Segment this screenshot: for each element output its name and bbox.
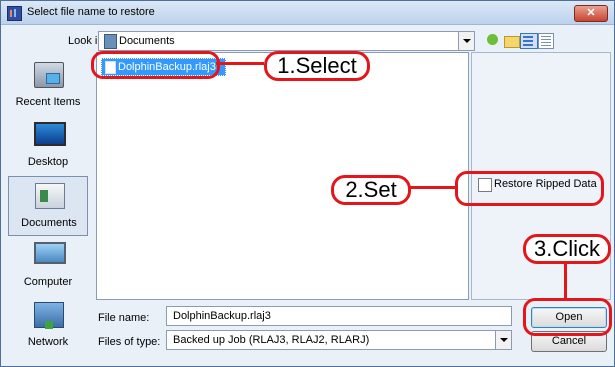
file-type-label: Files of type: <box>98 336 161 348</box>
place-network[interactable]: Network <box>8 296 88 354</box>
step3-callout: 3.Click <box>523 234 611 264</box>
close-button[interactable]: ✕ <box>574 5 608 22</box>
step2-callout: 2.Set <box>331 175 411 205</box>
step2-highlight <box>455 171 604 206</box>
place-label: Documents <box>21 217 77 229</box>
recent-items-icon <box>34 62 64 88</box>
documents-icon <box>35 183 65 209</box>
step1-callout: 1.Select <box>264 51 370 81</box>
place-computer[interactable]: Computer <box>8 236 88 294</box>
step3-connector <box>564 261 567 298</box>
place-recent-items[interactable]: Recent Items <box>8 56 88 114</box>
step1-connector <box>216 62 264 65</box>
view-list-icon[interactable] <box>520 33 538 49</box>
title-bar: Select file name to restore ✕ <box>1 1 614 25</box>
look-in-value: Documents <box>119 35 175 47</box>
places-bar: Recent Items Desktop Documents Computer … <box>8 52 90 352</box>
file-type-value: Backed up Job (RLAJ3, RLAJ2, RLARJ) <box>173 334 370 346</box>
step3-highlight <box>523 298 612 336</box>
chevron-down-icon[interactable] <box>495 331 511 349</box>
step2-connector <box>408 186 455 189</box>
network-icon <box>34 302 64 329</box>
file-name-field[interactable]: DolphinBackup.rlaj3 <box>166 306 512 326</box>
app-icon <box>7 6 22 21</box>
place-label: Computer <box>23 276 73 288</box>
step1-highlight <box>91 51 220 79</box>
new-folder-icon[interactable] <box>503 32 520 48</box>
up-folder-icon[interactable] <box>485 32 501 48</box>
file-type-dropdown[interactable]: Backed up Job (RLAJ3, RLAJ2, RLARJ) <box>166 330 512 350</box>
file-list[interactable]: DolphinBackup.rlaj3 <box>96 52 469 300</box>
file-name-label: File name: <box>98 312 150 324</box>
desktop-icon <box>34 122 66 146</box>
place-label: Network <box>27 336 69 348</box>
documents-folder-icon <box>104 34 117 49</box>
computer-icon <box>34 242 66 264</box>
look-in-dropdown[interactable]: Documents <box>98 31 475 51</box>
view-details-icon[interactable] <box>538 33 554 49</box>
place-label: Recent Items <box>15 96 81 108</box>
file-name-value: DolphinBackup.rlaj3 <box>173 310 271 322</box>
place-label: Desktop <box>27 156 69 168</box>
chevron-down-icon[interactable] <box>458 32 474 50</box>
window-title: Select file name to restore <box>27 6 155 18</box>
place-desktop[interactable]: Desktop <box>8 116 88 174</box>
place-documents[interactable]: Documents <box>8 176 88 236</box>
